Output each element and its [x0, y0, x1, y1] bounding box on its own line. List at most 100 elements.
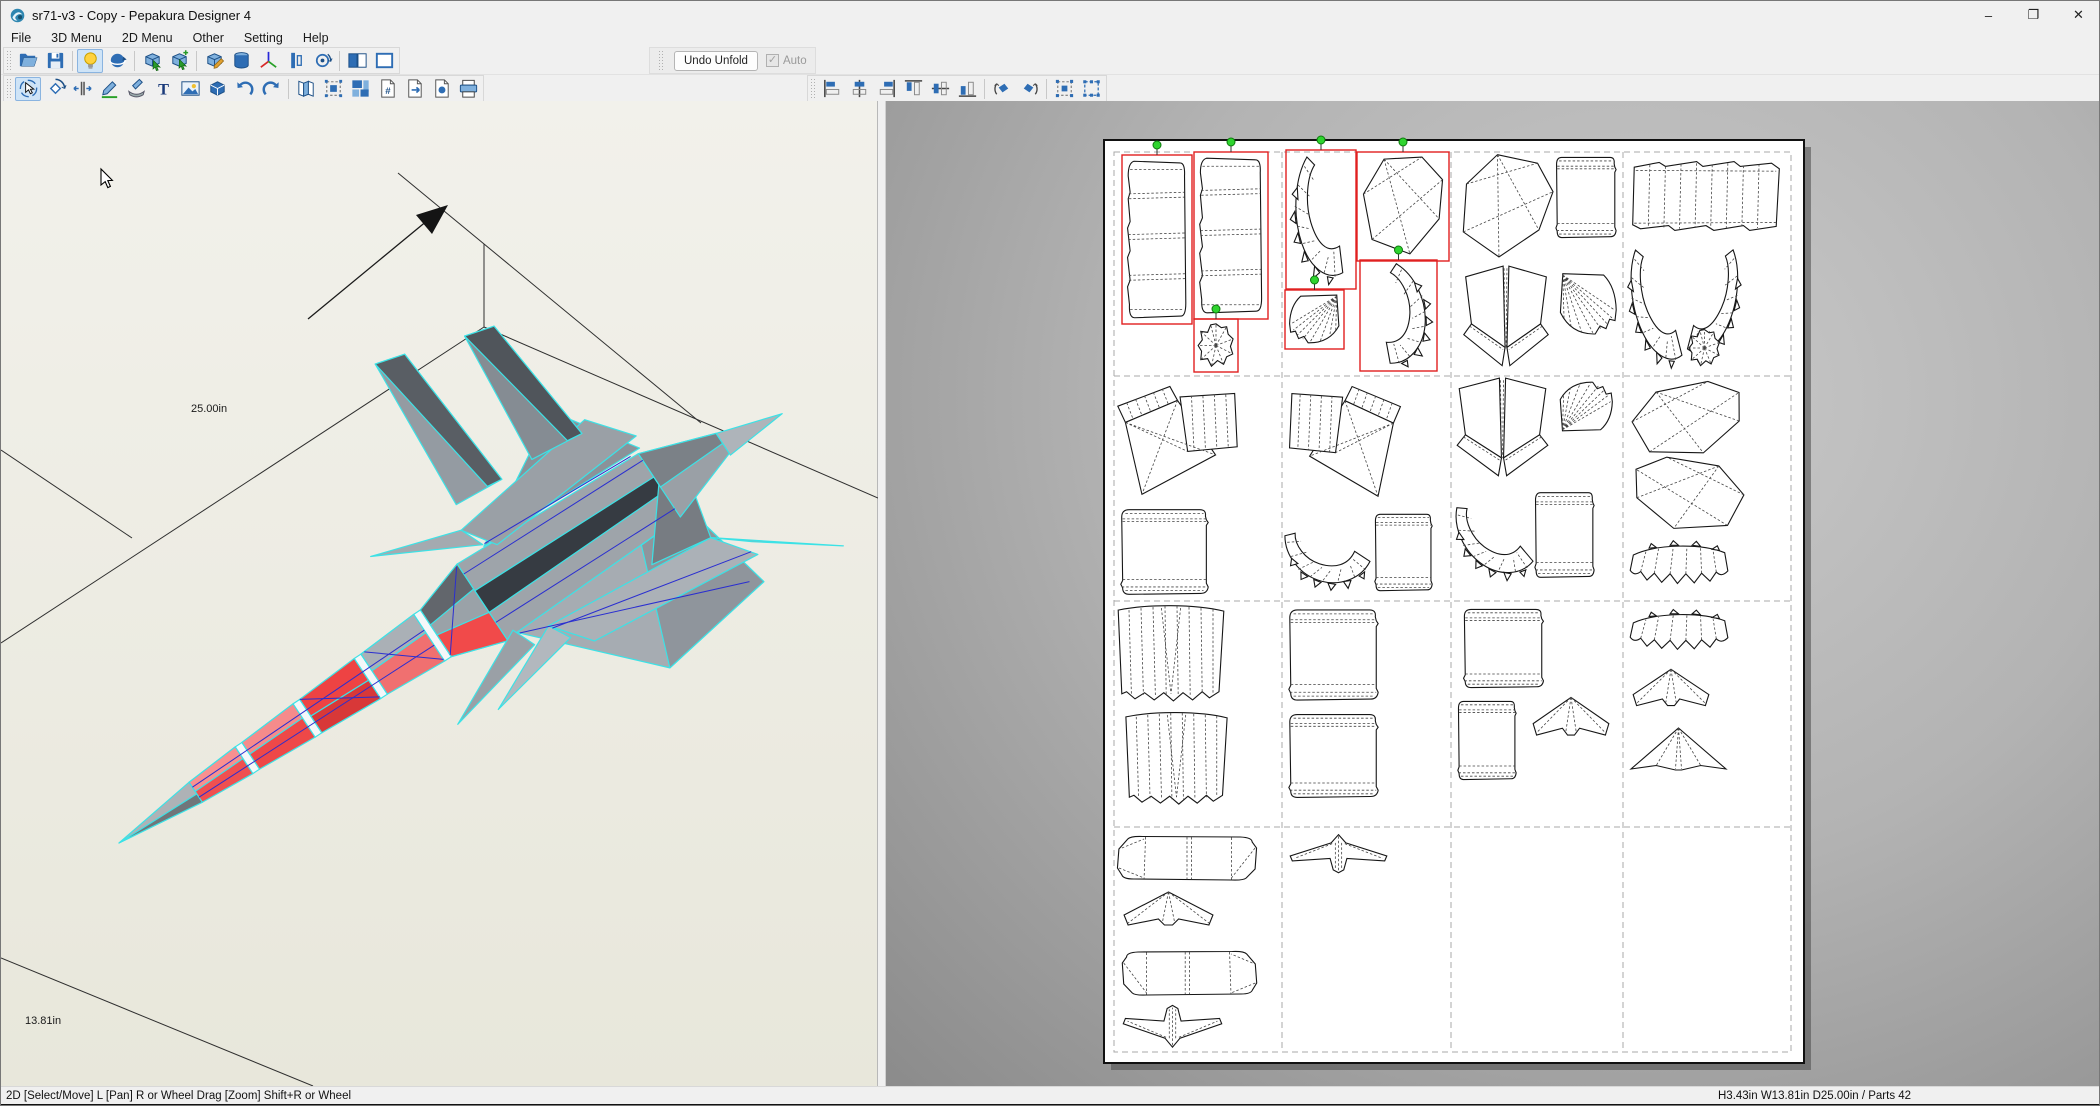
selection-rotate-handle[interactable] — [1311, 276, 1319, 284]
print-preview-button[interactable] — [428, 77, 454, 101]
print-icon — [457, 77, 480, 100]
view-orbit-button[interactable] — [104, 49, 130, 73]
light-toggle-button[interactable] — [77, 49, 103, 73]
align-top-button[interactable] — [900, 77, 926, 101]
spread-parts-button[interactable] — [69, 77, 95, 101]
fit-selection-icon — [1053, 77, 1076, 100]
open-file-icon — [17, 49, 40, 72]
open-file-button[interactable] — [15, 49, 41, 73]
fit-page-button[interactable] — [1078, 77, 1104, 101]
select-move-button[interactable] — [15, 77, 41, 101]
rotate-part-button[interactable] — [42, 77, 68, 101]
status-bar: 2D [Select/Move] L [Pan] R or Wheel Drag… — [1, 1086, 2100, 1106]
app-icon — [9, 7, 26, 24]
show-3d-box-icon — [206, 77, 229, 100]
pattern-piece-trapstripes[interactable] — [1118, 606, 1224, 701]
pattern-piece-strip[interactable] — [1128, 161, 1186, 317]
pattern-piece-rect[interactable] — [1289, 715, 1378, 798]
toolbar-grip[interactable] — [6, 50, 11, 72]
print-preview-icon — [430, 77, 453, 100]
align-center-v-button[interactable] — [927, 77, 953, 101]
export-page-button[interactable] — [401, 77, 427, 101]
save-file-button[interactable] — [42, 49, 68, 73]
selection-rotate-handle[interactable] — [1227, 138, 1235, 146]
pattern-piece-longpiece[interactable] — [1117, 836, 1256, 880]
align-center-h-button[interactable] — [846, 77, 872, 101]
show-3d-box-button[interactable] — [204, 77, 230, 101]
undo-unfold-button[interactable]: Undo Unfold — [674, 51, 758, 71]
model-face — [112, 782, 202, 853]
pattern-piece-rect[interactable] — [1556, 157, 1616, 237]
pattern-piece-fan[interactable] — [1560, 274, 1616, 334]
menu-item-other[interactable]: Other — [183, 29, 234, 47]
view-2d-panel[interactable] — [886, 101, 2100, 1086]
select-box-add-button[interactable] — [166, 49, 192, 73]
auto-checkbox[interactable]: ✓ — [766, 54, 779, 67]
print-button[interactable] — [455, 77, 481, 101]
unfold-button[interactable] — [293, 77, 319, 101]
page-number-button[interactable]: # — [374, 77, 400, 101]
align-left-button[interactable] — [819, 77, 845, 101]
pattern-piece-rect[interactable] — [1464, 609, 1544, 687]
align-bottom-button[interactable] — [954, 77, 980, 101]
title-bar[interactable]: sr71-v3 - Copy - Pepakura Designer 4 –❐✕ — [1, 1, 2100, 29]
rotate-ccw-button[interactable] — [989, 77, 1015, 101]
auto-checkbox-label: Auto — [783, 55, 807, 67]
menu-item-3d-menu[interactable]: 3D Menu — [41, 29, 112, 47]
piece-outline — [1128, 161, 1186, 317]
pattern-piece-rect[interactable] — [1289, 610, 1378, 700]
selection-rotate-handle[interactable] — [1212, 305, 1220, 313]
align-right-button[interactable] — [873, 77, 899, 101]
pattern-piece-stripes[interactable] — [1633, 162, 1780, 231]
primitive-cylinder-button[interactable] — [228, 49, 254, 73]
pattern-piece-longpiece[interactable] — [1122, 951, 1256, 995]
fit-selection-button[interactable] — [1051, 77, 1077, 101]
close-button[interactable]: ✕ — [2056, 1, 2100, 29]
auto-layout-button[interactable] — [347, 77, 373, 101]
selection-rotate-handle[interactable] — [1399, 138, 1407, 146]
rotate-cw-button[interactable] — [1016, 77, 1042, 101]
piece-outline — [1458, 701, 1516, 779]
redo-button[interactable] — [258, 77, 284, 101]
select-all-parts-button[interactable] — [320, 77, 346, 101]
piece-outline — [1556, 157, 1616, 237]
menu-item-2d-menu[interactable]: 2D Menu — [112, 29, 183, 47]
edit-solid-button[interactable] — [201, 49, 227, 73]
pattern-piece-fan[interactable] — [1560, 382, 1612, 431]
restore-button[interactable]: ❐ — [2011, 1, 2056, 29]
single-view-button[interactable] — [371, 49, 397, 73]
menu-item-file[interactable]: File — [1, 29, 41, 47]
orbit-camera-button[interactable] — [309, 49, 335, 73]
insert-image-button[interactable] — [177, 77, 203, 101]
menu-bar: File3D Menu2D MenuOtherSettingHelp — [1, 29, 2100, 47]
selection-rotate-handle[interactable] — [1317, 136, 1325, 144]
split-view-button[interactable] — [344, 49, 370, 73]
pattern-piece-rect[interactable] — [1121, 510, 1208, 595]
select-box-button[interactable] — [139, 49, 165, 73]
insert-text-button[interactable]: T — [150, 77, 176, 101]
selection-rotate-handle[interactable] — [1395, 246, 1403, 254]
export-page-icon — [403, 77, 426, 100]
menu-item-help[interactable]: Help — [293, 29, 339, 47]
pattern-piece-fan[interactable] — [1290, 295, 1339, 343]
panel-splitter[interactable] — [878, 101, 886, 1086]
pepakura-window: sr71-v3 - Copy - Pepakura Designer 4 –❐✕… — [0, 0, 2100, 1106]
pattern-piece-rect[interactable] — [1535, 493, 1594, 578]
undo-button[interactable] — [231, 77, 257, 101]
adjust-panels-button[interactable] — [282, 49, 308, 73]
pattern-piece-rect[interactable] — [1375, 514, 1432, 590]
selection-rotate-handle[interactable] — [1153, 141, 1161, 149]
toolbar-grip[interactable] — [658, 50, 663, 72]
toolbar-grip[interactable] — [810, 78, 815, 100]
pattern-piece-strip[interactable] — [1200, 158, 1262, 313]
view-3d-panel[interactable]: 25.00in13.81in — [1, 101, 878, 1086]
draw-line-button[interactable] — [96, 77, 122, 101]
model-3d[interactable] — [1, 192, 865, 975]
show-axes-button[interactable] — [255, 49, 281, 73]
pattern-piece-trapstripes[interactable] — [1126, 713, 1227, 805]
minimize-button[interactable]: – — [1966, 1, 2011, 29]
menu-item-setting[interactable]: Setting — [234, 29, 293, 47]
toolbar-grip[interactable] — [6, 78, 11, 100]
pattern-piece-rect[interactable] — [1458, 701, 1516, 779]
flatten-tool-button[interactable] — [123, 77, 149, 101]
